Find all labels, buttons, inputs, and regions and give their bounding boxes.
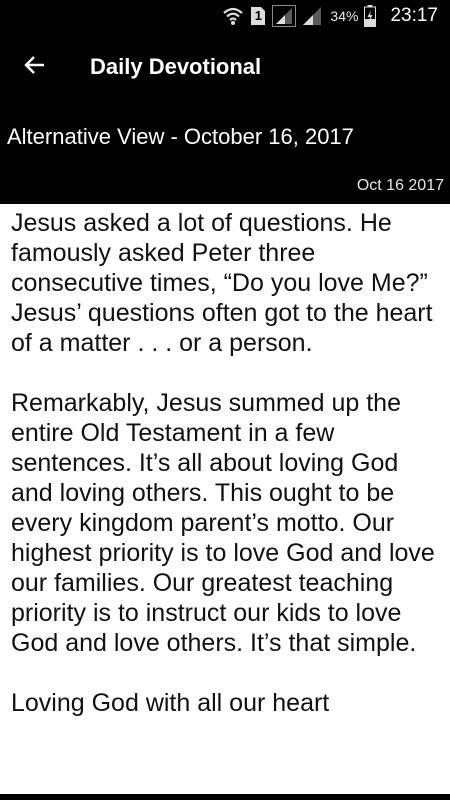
battery-percent: 34% <box>330 8 359 24</box>
arrow-left-icon <box>23 53 47 82</box>
sim-card-icon: 1 <box>250 6 266 26</box>
bottom-edge <box>0 794 450 800</box>
back-button[interactable] <box>14 46 56 88</box>
signal-icon <box>272 5 297 27</box>
status-bar: 1 34% 23:17 <box>0 0 450 32</box>
body-paragraph: Loving God with all our heart <box>11 689 330 717</box>
devotional-subtitle: Alternative View - October 16, 2017 <box>7 124 354 149</box>
wifi-icon <box>222 6 244 26</box>
body-paragraph: Remarkably, Jesus summed up the entire O… <box>11 389 435 657</box>
devotional-date: Oct 16 2017 <box>356 177 444 194</box>
app-title: Daily Devotional <box>90 54 262 79</box>
status-icons: 1 34% 23:17 <box>222 4 438 28</box>
devotional-header: Alternative View - October 16, 2017 Oct … <box>0 102 450 204</box>
signal-icon-secondary <box>302 6 322 26</box>
body-paragraph: Jesus asked a lot of questions. He famou… <box>11 209 433 357</box>
battery-charging-icon <box>364 5 377 27</box>
devotional-screen: 1 34% 23:17 Daily Devotional Alternative… <box>0 0 450 800</box>
sim-slot-label: 1 <box>254 8 263 23</box>
app-bar: Daily Devotional <box>0 32 450 102</box>
devotional-body: Jesus asked a lot of questions. He famou… <box>11 208 443 748</box>
status-clock: 23:17 <box>390 5 438 26</box>
